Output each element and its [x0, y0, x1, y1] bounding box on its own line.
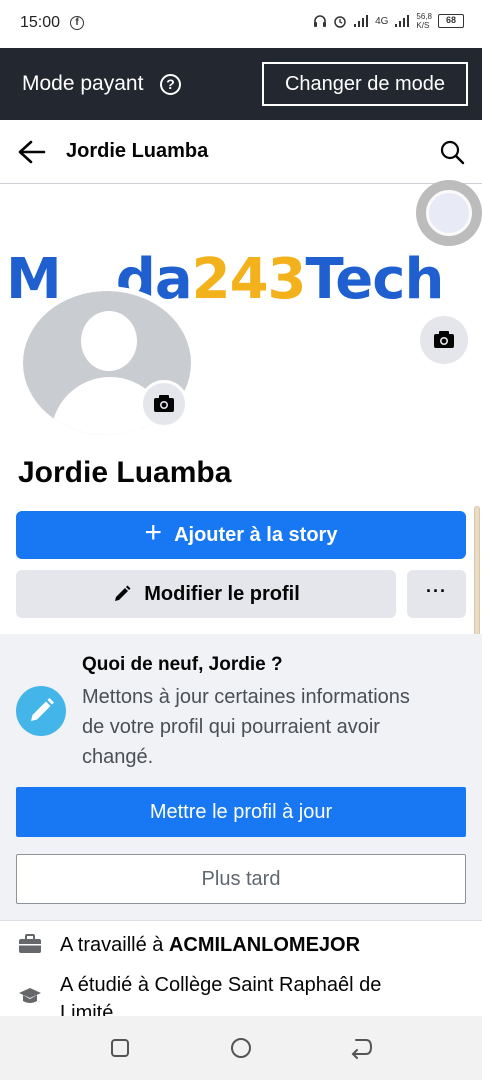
- edit-circle-icon: [16, 686, 66, 736]
- edit-profile-label: Modifier le profil: [144, 582, 300, 605]
- more-options-button[interactable]: ···: [407, 570, 466, 618]
- pencil-icon: [115, 585, 131, 601]
- study-info[interactable]: A étudié à Collège Saint Raphaêl de Limi…: [60, 971, 440, 1016]
- back-icon[interactable]: [347, 1034, 375, 1062]
- change-mode-button[interactable]: Changer de mode: [262, 62, 468, 106]
- recent-apps-icon[interactable]: [106, 1034, 134, 1062]
- avatar-head-silhouette: [81, 311, 137, 371]
- work-prefix: A travaillé à: [60, 934, 169, 956]
- system-nav-bar: [0, 1016, 482, 1080]
- signal-icon: [354, 15, 369, 27]
- back-arrow-icon[interactable]: [16, 138, 48, 166]
- network-speed-unit: K/S: [416, 21, 430, 30]
- signal-icon-2: [395, 15, 410, 27]
- page-title: Jordie Luamba: [66, 140, 209, 162]
- update-profile-card: Quoi de neuf, Jordie ? Mettons à jour ce…: [0, 634, 482, 920]
- camera-icon: [154, 395, 174, 412]
- card-description: Mettons à jour certaines informations de…: [82, 686, 410, 768]
- card-heading: Quoi de neuf, Jordie ?: [82, 654, 283, 675]
- mode-bar: Mode payant ? Changer de mode: [0, 48, 482, 120]
- help-icon[interactable]: ?: [160, 74, 181, 95]
- home-icon[interactable]: [227, 1034, 255, 1062]
- facebook-icon: f: [70, 16, 84, 30]
- status-time: 15:00: [20, 14, 61, 31]
- floating-bubble-inner: [426, 190, 472, 236]
- profile-info: A travaillé à ACMILANLOMEJOR A étudié à …: [0, 920, 482, 1016]
- brand-part-3: 243: [191, 247, 307, 312]
- headphones-icon: [314, 15, 327, 27]
- work-info: A travaillé à ACMILANLOMEJOR: [60, 934, 360, 957]
- alarm-icon: [334, 16, 346, 28]
- work-place[interactable]: ACMILANLOMEJOR: [169, 934, 360, 956]
- network-4g-label: 4G: [375, 15, 389, 27]
- briefcase-icon: [19, 934, 41, 953]
- status-bar: 15:00 f 4G 56,8 K/S 68: [0, 0, 482, 48]
- add-to-story-label: Ajouter à la story: [174, 523, 338, 546]
- floating-chat-bubble[interactable]: [416, 180, 482, 246]
- app-bar: Jordie Luamba: [0, 120, 482, 184]
- plus-icon: +: [144, 516, 163, 549]
- network-speed-value: 56,8: [416, 12, 432, 21]
- mode-label: Mode payant: [22, 72, 144, 95]
- update-profile-button[interactable]: Mettre le profil à jour: [16, 787, 466, 837]
- camera-icon: [434, 331, 454, 348]
- add-to-story-button[interactable]: + Ajouter à la story: [16, 511, 466, 559]
- edit-profile-button[interactable]: Modifier le profil: [16, 570, 396, 618]
- cover-camera-button[interactable]: [420, 316, 468, 364]
- pencil-icon: [31, 698, 54, 721]
- battery-icon: 68: [438, 14, 464, 28]
- brand-part-4: Tech: [305, 247, 445, 312]
- graduation-cap-icon: [19, 988, 41, 1003]
- later-button[interactable]: Plus tard: [16, 854, 466, 904]
- profile-name: Jordie Luamba: [18, 456, 232, 489]
- status-icons: 4G 56,8 K/S 68: [313, 12, 464, 30]
- search-icon[interactable]: [438, 138, 466, 166]
- network-speed: 56,8 K/S: [416, 12, 432, 30]
- avatar-camera-button[interactable]: [140, 380, 188, 428]
